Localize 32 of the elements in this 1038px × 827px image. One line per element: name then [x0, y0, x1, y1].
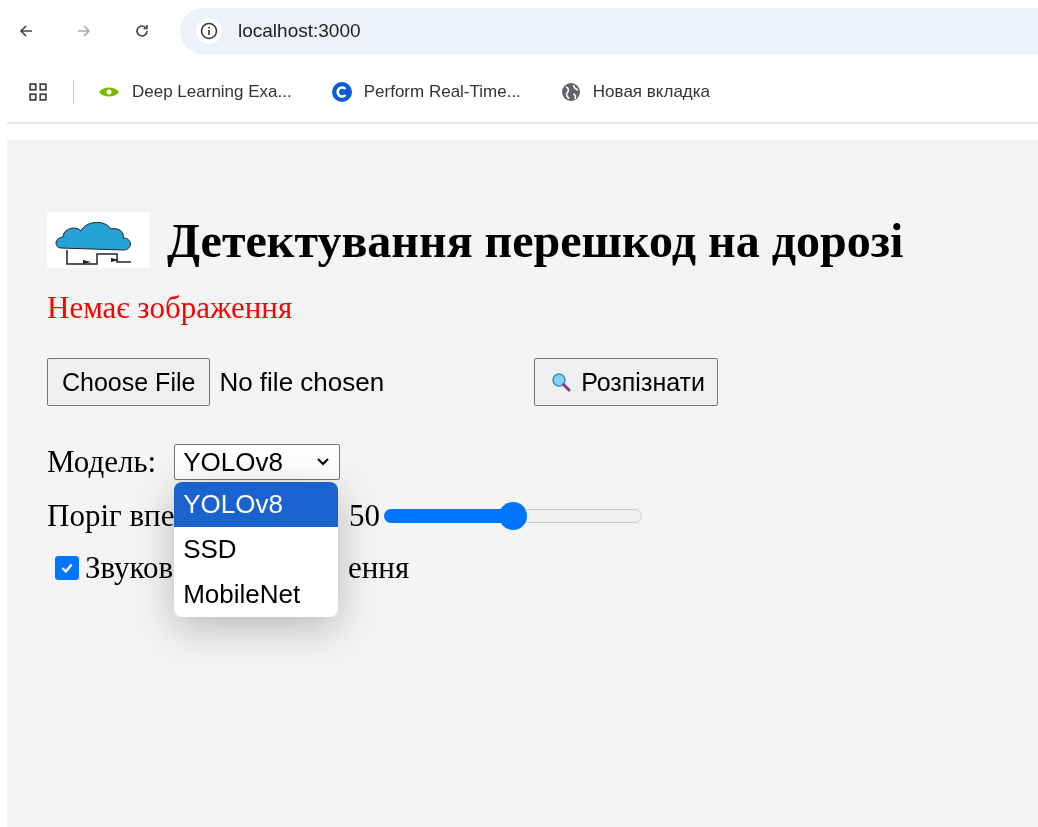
sound-label-start: Звуков: [85, 550, 174, 585]
dropdown-option[interactable]: YOLOv8: [174, 482, 339, 527]
globe-icon: [560, 82, 581, 102]
checkmark-icon: [60, 561, 74, 575]
apps-grid-icon[interactable]: [29, 83, 47, 101]
model-select[interactable]: YOLOv8: [174, 444, 341, 480]
dropdown-option[interactable]: SSD: [174, 527, 339, 572]
status-message: Немає зображення: [47, 290, 294, 326]
address-bar[interactable]: localhost:3000: [180, 8, 1038, 54]
magnifier-icon: [551, 372, 572, 392]
file-status: No file chosen: [219, 366, 385, 398]
detect-button[interactable]: Розпізнати: [534, 358, 718, 406]
bookmark-item[interactable]: Deep Learning Exa...: [98, 82, 292, 102]
chevron-down-icon: [317, 458, 330, 466]
dropdown-option[interactable]: MobileNet: [174, 572, 339, 617]
sound-label-end: ення: [348, 550, 410, 586]
cloud-logo-icon: [47, 212, 149, 268]
page-title: Детектування перешкод на дорозі: [167, 212, 904, 268]
reload-icon[interactable]: [134, 23, 150, 39]
info-icon[interactable]: [196, 18, 222, 44]
sound-checkbox[interactable]: [55, 556, 79, 580]
letter-c-logo-icon: [331, 82, 352, 102]
threshold-reading: 50: [349, 498, 380, 534]
model-label: Модель:: [47, 444, 157, 480]
eye-logo-icon: [98, 86, 120, 98]
back-icon[interactable]: [18, 23, 34, 39]
slider-thumb[interactable]: [499, 502, 527, 530]
bookmark-item[interactable]: Новая вкладка: [560, 82, 711, 102]
choose-file-button[interactable]: Choose File: [47, 358, 211, 406]
threshold-label: Поріг впе: [47, 498, 175, 533]
threshold-slider[interactable]: [384, 502, 642, 530]
bookmark-item[interactable]: Perform Real-Time...: [331, 82, 521, 102]
